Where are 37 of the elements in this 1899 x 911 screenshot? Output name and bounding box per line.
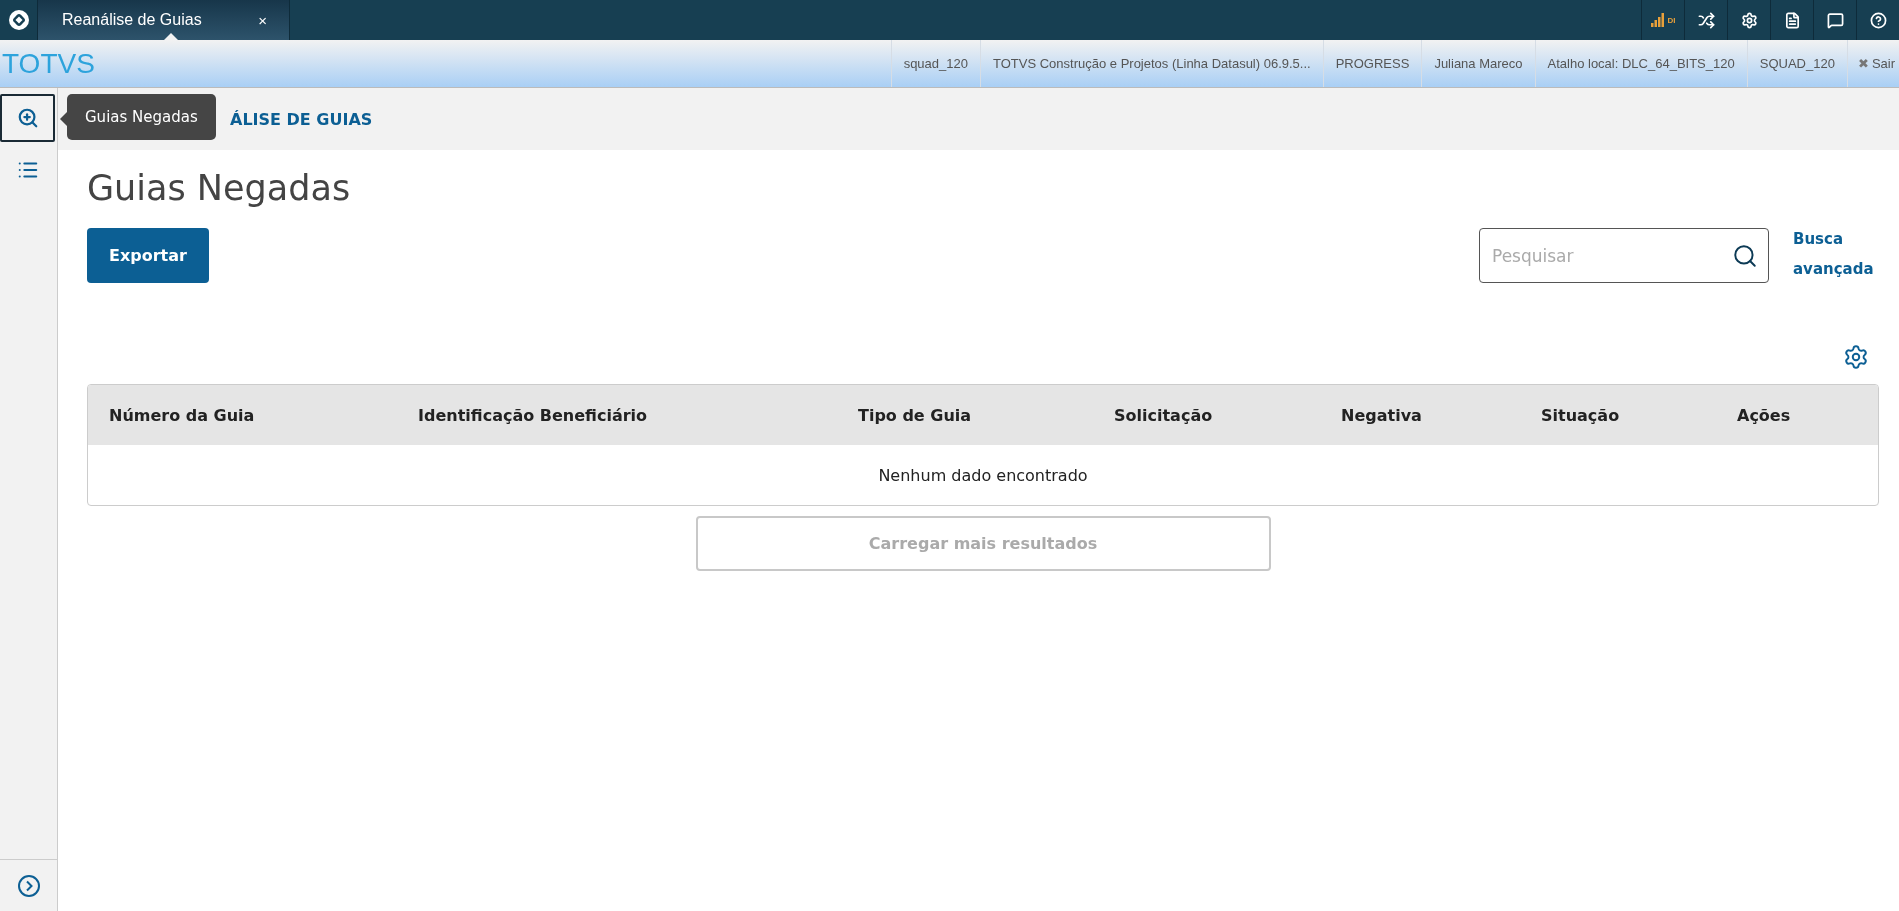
tab[interactable]: Reanálise de Guias × bbox=[38, 0, 290, 40]
session-info: Atalho local: DLC_64_BITS_120 bbox=[1534, 40, 1747, 87]
session-info: SQUAD_120 bbox=[1746, 40, 1847, 87]
search-icon[interactable] bbox=[1732, 242, 1758, 269]
chat-icon bbox=[1826, 11, 1844, 29]
session-info: TOTVS Construção e Projetos (Linha Datasul) 06.9.5... bbox=[980, 40, 1323, 87]
signal-icon bbox=[1650, 13, 1665, 27]
settings-icon bbox=[1843, 344, 1869, 370]
document-icon bbox=[1783, 11, 1801, 29]
column-header: Número da Guia bbox=[109, 405, 256, 425]
shuffle-icon bbox=[1697, 11, 1715, 29]
sidebar-button[interactable] bbox=[0, 94, 55, 142]
search-field[interactable]: Pesquisar bbox=[1479, 228, 1769, 283]
logo-icon bbox=[7, 9, 30, 31]
page-title: Guias Negadas bbox=[87, 168, 352, 208]
brand-name: TOTVS bbox=[1, 46, 96, 81]
empty-message: Nenhum dado encontrado bbox=[878, 465, 1088, 485]
tooltip-arrow bbox=[60, 112, 67, 126]
session-info: squad_120 bbox=[890, 40, 980, 87]
advanced-search-link[interactable]: Busca avançada bbox=[1793, 224, 1879, 284]
export-button[interactable]: Exportar bbox=[87, 228, 209, 283]
column-header: Negativa bbox=[1341, 405, 1423, 425]
column-header: Situação bbox=[1541, 405, 1621, 425]
logout-link[interactable]: ✖ Sair bbox=[1846, 40, 1899, 87]
settings-icon bbox=[1740, 11, 1758, 29]
zoom-in-icon bbox=[16, 107, 39, 129]
column-header: Ações bbox=[1737, 405, 1792, 425]
column-header: Identificação Beneficiário bbox=[418, 405, 649, 425]
expand-icon[interactable] bbox=[16, 873, 41, 898]
column-header: Tipo de Guia bbox=[858, 405, 973, 425]
settings-button[interactable] bbox=[1843, 344, 1869, 370]
column-header: Solicitação bbox=[1114, 405, 1214, 425]
session-info: Juliana Mareco bbox=[1421, 40, 1535, 87]
help-icon bbox=[1869, 11, 1887, 29]
close-icon[interactable]: × bbox=[258, 11, 267, 29]
session-info: PROGRESS bbox=[1322, 40, 1422, 87]
breadcrumb-link[interactable]: ÁLISE DE GUIAS bbox=[230, 109, 373, 129]
